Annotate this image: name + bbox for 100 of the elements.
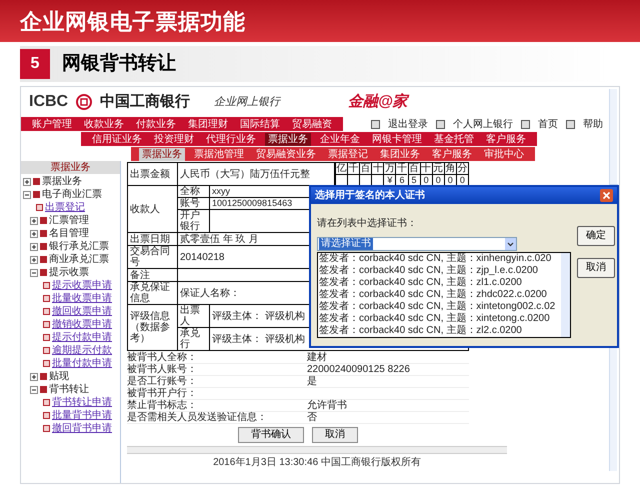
tree-folder[interactable]: 票据业务 <box>42 176 82 188</box>
field-label: 被背书人账号： <box>127 364 197 375</box>
tree-link[interactable]: 批量付款申请 <box>52 358 112 370</box>
tree-link[interactable]: 批量收票申请 <box>52 292 112 304</box>
tree-link[interactable]: 逾期提示付款 <box>52 344 112 356</box>
form-button[interactable]: 取消 <box>312 427 358 443</box>
top-link[interactable]: 帮助 <box>583 116 603 132</box>
tree-link[interactable]: 出票登记 <box>45 202 85 214</box>
digit-cell: 0 <box>448 175 453 185</box>
digit-head: 分 <box>457 163 468 174</box>
dialog-button[interactable]: 确定 <box>577 226 615 246</box>
digit-head: 十 <box>421 163 432 174</box>
bank-logo-text: ICBC <box>29 92 68 112</box>
link-icon <box>436 120 445 128</box>
field-label: 评级主体： <box>212 334 262 344</box>
menu-tab[interactable]: 集团理财 <box>185 118 231 130</box>
menu-tab[interactable]: 集团业务 <box>377 148 423 160</box>
field-label: 承兑行 <box>178 328 210 350</box>
tree-folder[interactable]: 提示收票 <box>49 266 89 278</box>
bank-subtitle: 企业网上银行 <box>214 94 280 110</box>
top-link[interactable]: 退出登录 <box>388 116 428 132</box>
tree-folder[interactable]: 商业承兑汇票 <box>49 254 109 266</box>
menu-tab[interactable]: 贸易融资业务 <box>253 148 319 160</box>
row-label: 出票日期 <box>128 232 178 246</box>
field-label: 被背书开户行： <box>127 388 197 399</box>
field-value: 允许背书 <box>307 400 347 411</box>
page-icon <box>36 204 43 211</box>
digit-head: 百 <box>409 163 420 174</box>
tree-folder[interactable]: 汇票管理 <box>49 214 89 226</box>
top-link[interactable]: 个人网上银行 <box>453 116 513 132</box>
link-icon <box>521 120 530 128</box>
menu-tab[interactable]: 信用证业务 <box>89 132 145 146</box>
link-icon <box>566 120 575 128</box>
digit-head: 角 <box>445 163 456 174</box>
tree-folder[interactable]: 背书转让 <box>49 384 89 396</box>
digit-head: 元 <box>433 163 444 174</box>
tree-link[interactable]: 批量背书申请 <box>52 410 112 422</box>
dialog-button[interactable]: 取消 <box>577 258 615 278</box>
row-label: 承兑保证信息 <box>128 282 178 304</box>
certificate-option[interactable]: 签发者：corback40 sdc CN, 主题：xintetong.c.0200 <box>318 313 560 325</box>
menu-tab[interactable]: 票据登记 <box>325 148 371 160</box>
menu-tab[interactable]: 基金托管 <box>431 132 477 146</box>
tree-folder[interactable]: 贴现 <box>49 370 69 382</box>
menu-tab[interactable]: 收款业务 <box>81 118 127 130</box>
menu-tab[interactable]: 审批中心 <box>481 148 527 160</box>
digit-cell: 0 <box>436 175 441 185</box>
brand-logo-text: 金融@家 <box>348 92 408 112</box>
form-button[interactable]: 背书确认 <box>238 427 304 443</box>
list-scrollbar[interactable] <box>561 253 570 337</box>
tree-link[interactable]: 背书转让申请 <box>52 396 112 408</box>
row-label: 评级信息（数据参考） <box>128 304 178 350</box>
menu-tab[interactable]: 代理行业务 <box>203 132 259 146</box>
tree-link[interactable]: 提示收票申请 <box>52 280 112 292</box>
selected-option: 请选择证书 <box>319 238 373 250</box>
close-icon <box>600 189 613 202</box>
menu-tab[interactable]: 客户服务 <box>483 132 529 146</box>
tree-link[interactable]: 提示付款申请 <box>52 332 112 344</box>
certificate-select[interactable]: 请选择证书 <box>317 237 517 251</box>
digit-head: 万 <box>384 163 395 174</box>
tree-folder[interactable]: 电子商业汇票 <box>42 188 102 200</box>
tree-link[interactable]: 撤回收票申请 <box>52 306 112 318</box>
menu-tab[interactable]: 票据业务 <box>265 132 311 146</box>
row-label: 备注 <box>128 268 178 282</box>
digit-head: 亿 <box>336 163 346 174</box>
field-label: 全称 <box>178 186 210 198</box>
slide-title: 企业网银电子票据功能 <box>20 8 246 36</box>
sidebar-title: 票据业务 <box>21 161 120 174</box>
field-value: 建材 <box>307 352 327 363</box>
menu-tab[interactable]: 贸易融资 <box>289 118 335 130</box>
digit-cell: 6 <box>399 175 404 185</box>
menu-tab[interactable]: 账户管理 <box>29 118 75 130</box>
menu-tab[interactable]: 网银卡管理 <box>369 132 425 146</box>
field-label: 评级主体： <box>212 310 262 322</box>
certificate-option[interactable]: 签发者：corback40 sdc CN, 主题：zl2.c.0200 <box>318 325 560 337</box>
menu-tab[interactable]: 国际结算 <box>237 118 283 130</box>
digit-head: 十 <box>372 163 383 174</box>
row-label: 收款人 <box>128 186 178 232</box>
field-value: 22000240090125 8226 <box>307 364 410 375</box>
field-label: 评级机构 <box>265 334 305 344</box>
menu-tab[interactable]: 客户服务 <box>429 148 475 160</box>
dialog-prompt: 请在列表中选择证书： <box>317 216 418 231</box>
digit-cell: 0 <box>460 175 465 185</box>
menu-tab[interactable]: 付款业务 <box>133 118 179 130</box>
digit-cell: 5 <box>412 175 417 185</box>
link-icon <box>371 120 380 128</box>
tree-folder[interactable]: 银行承兑汇票 <box>49 240 109 252</box>
digit-head: 千 <box>348 163 359 174</box>
top-link[interactable]: 首页 <box>538 116 558 132</box>
tree-link[interactable]: 撤销收票申请 <box>52 318 112 330</box>
menu-tab[interactable]: 企业年金 <box>317 132 363 146</box>
menu-tab[interactable]: 投资理财 <box>151 132 197 146</box>
digit-cell: ¥ <box>387 175 392 185</box>
menu-tab[interactable]: 票据业务 <box>139 148 185 160</box>
field-label: 账号 <box>178 198 210 210</box>
field-label: 是否工行账号： <box>127 376 197 387</box>
digit-head: 千 <box>396 163 407 174</box>
menu-tab[interactable]: 票据池管理 <box>191 148 247 160</box>
field-label: 禁止背书标志： <box>127 400 197 411</box>
tree-folder[interactable]: 名目管理 <box>49 228 89 240</box>
tree-link[interactable]: 撤回背书申请 <box>52 422 112 434</box>
